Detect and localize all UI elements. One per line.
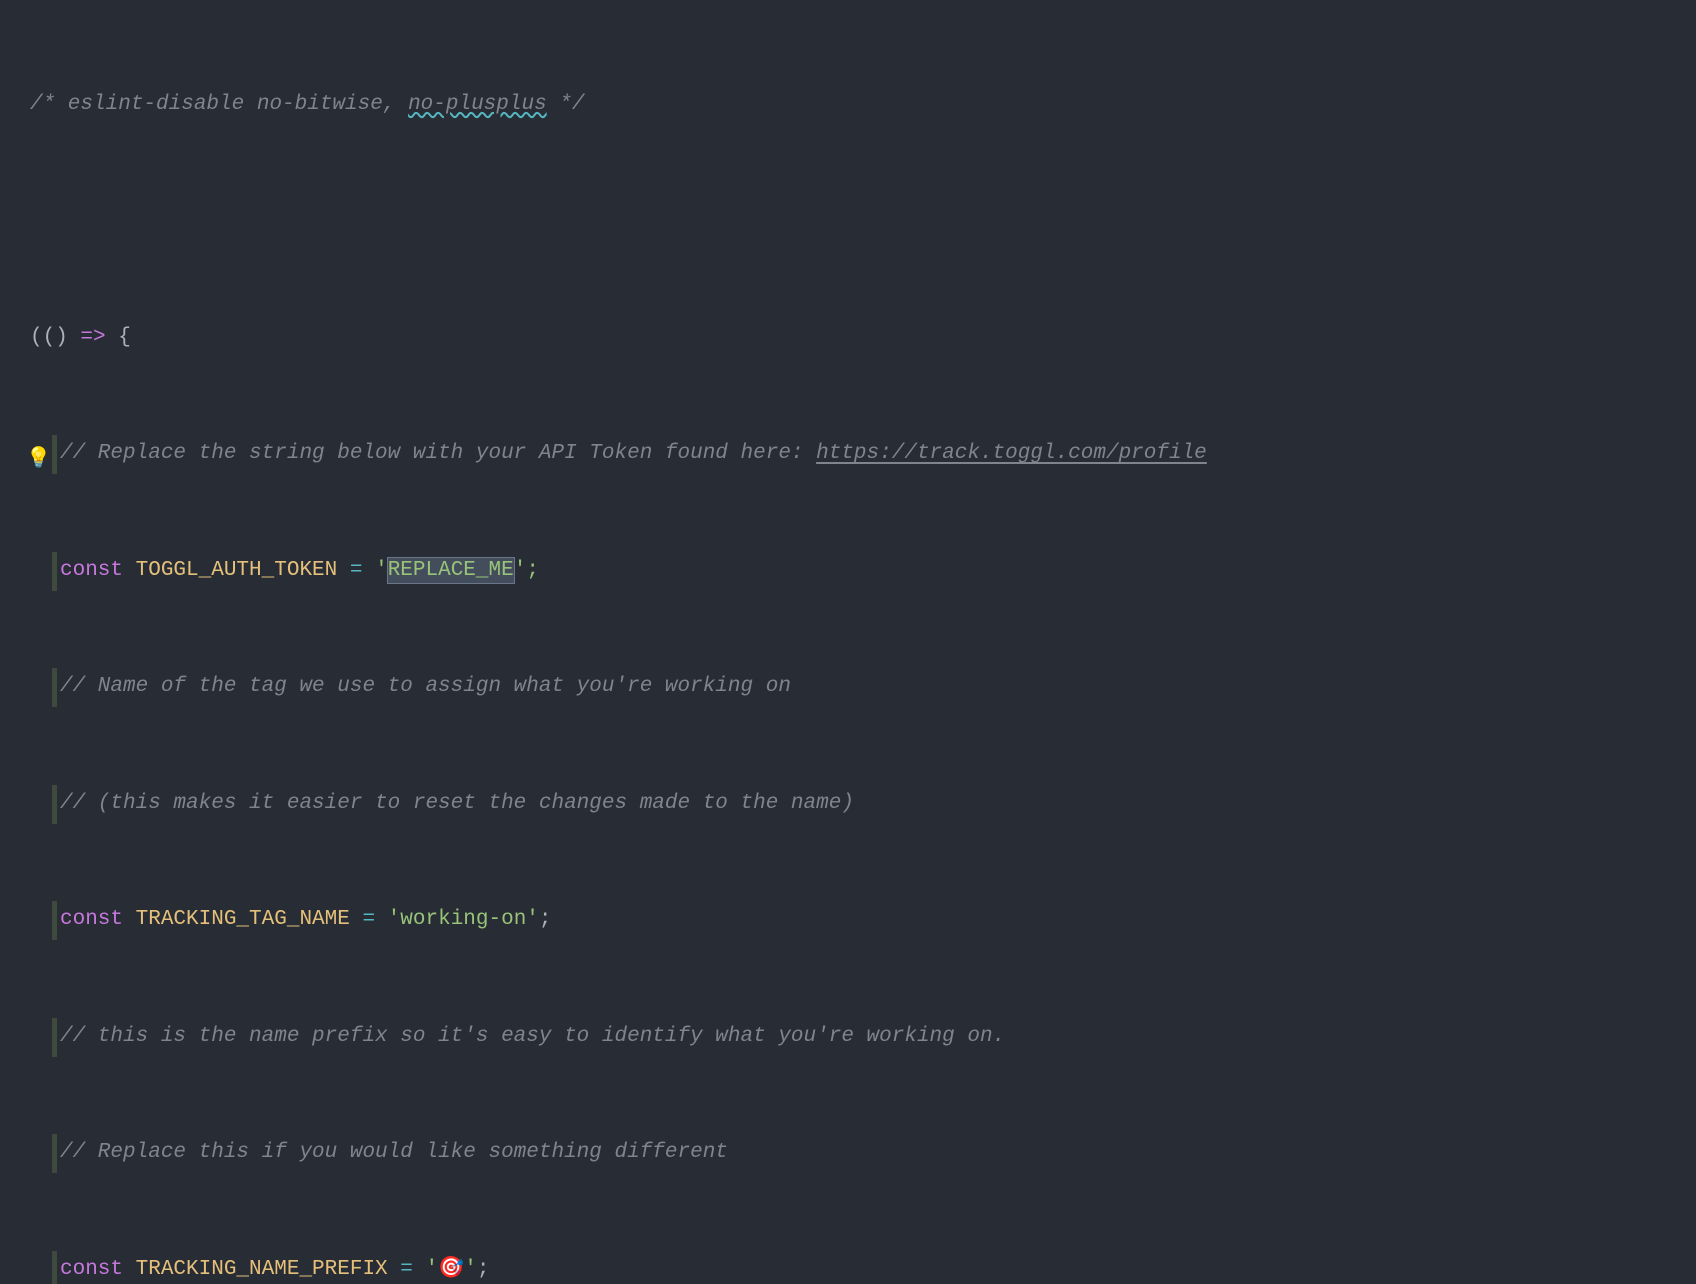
const-identifier: TOGGL_AUTH_TOKEN bbox=[123, 559, 350, 582]
code-line[interactable]: // Name of the tag we use to assign what… bbox=[30, 668, 1696, 707]
const-identifier: TRACKING_NAME_PREFIX bbox=[123, 1258, 400, 1281]
equals-op: = bbox=[362, 908, 375, 931]
string-literal: '🎯' bbox=[413, 1258, 477, 1281]
brace: { bbox=[106, 326, 131, 349]
gutter-change-bar bbox=[52, 435, 57, 474]
code-line-blank[interactable] bbox=[30, 202, 1696, 241]
code-line[interactable]: // (this makes it easier to reset the ch… bbox=[30, 785, 1696, 824]
code-line[interactable]: /* eslint-disable no-bitwise, no-plusplu… bbox=[30, 86, 1696, 125]
gutter-change-bar bbox=[52, 1134, 57, 1173]
keyword-const: const bbox=[60, 559, 123, 582]
gutter-change-bar bbox=[52, 668, 57, 707]
text-selection[interactable]: REPLACE_ME bbox=[388, 558, 514, 583]
code-editor[interactable]: /* eslint-disable no-bitwise, no-plusplu… bbox=[0, 0, 1696, 1284]
code-line[interactable]: // Replace this if you would like someth… bbox=[30, 1134, 1696, 1173]
comment-text: // Replace the string below with your AP… bbox=[60, 442, 1207, 465]
keyword-const: const bbox=[60, 908, 123, 931]
keyword-const: const bbox=[60, 1258, 123, 1281]
iife-open: (() bbox=[30, 326, 80, 349]
gutter-change-bar bbox=[52, 1251, 57, 1284]
semicolon: ; bbox=[539, 908, 552, 931]
code-line[interactable]: const TRACKING_NAME_PREFIX = '🎯'; bbox=[30, 1251, 1696, 1284]
string-literal: 'REPLACE_ME'; bbox=[362, 558, 538, 583]
arrow-op: => bbox=[80, 326, 105, 349]
lint-squiggle: no-plusplus bbox=[408, 93, 547, 116]
gutter-change-bar bbox=[52, 785, 57, 824]
gutter-change-bar bbox=[52, 1018, 57, 1057]
const-identifier: TRACKING_TAG_NAME bbox=[123, 908, 362, 931]
comment-text: // this is the name prefix so it's easy … bbox=[60, 1025, 1005, 1048]
gutter-change-bar bbox=[52, 901, 57, 940]
code-line[interactable]: const TOGGL_AUTH_TOKEN = 'REPLACE_ME'; bbox=[30, 552, 1696, 591]
code-line[interactable]: 💡// Replace the string below with your A… bbox=[30, 435, 1696, 474]
comment-url: https://track.toggl.com/profile bbox=[816, 442, 1207, 465]
lightbulb-icon[interactable]: 💡 bbox=[26, 441, 51, 478]
equals-op: = bbox=[350, 559, 363, 582]
code-line[interactable]: (() => { bbox=[30, 319, 1696, 358]
comment-text: // Replace this if you would like someth… bbox=[60, 1141, 728, 1164]
comment-text: // Name of the tag we use to assign what… bbox=[60, 675, 791, 698]
comment-text: /* eslint-disable no-bitwise, no-plusplu… bbox=[30, 93, 585, 116]
equals-op: = bbox=[400, 1258, 413, 1281]
code-line[interactable]: // this is the name prefix so it's easy … bbox=[30, 1018, 1696, 1057]
gutter-change-bar bbox=[52, 552, 57, 591]
comment-text: // (this makes it easier to reset the ch… bbox=[60, 792, 854, 815]
code-line[interactable]: const TRACKING_TAG_NAME = 'working-on'; bbox=[30, 901, 1696, 940]
string-literal: 'working-on' bbox=[375, 908, 539, 931]
semicolon: ; bbox=[477, 1258, 490, 1281]
